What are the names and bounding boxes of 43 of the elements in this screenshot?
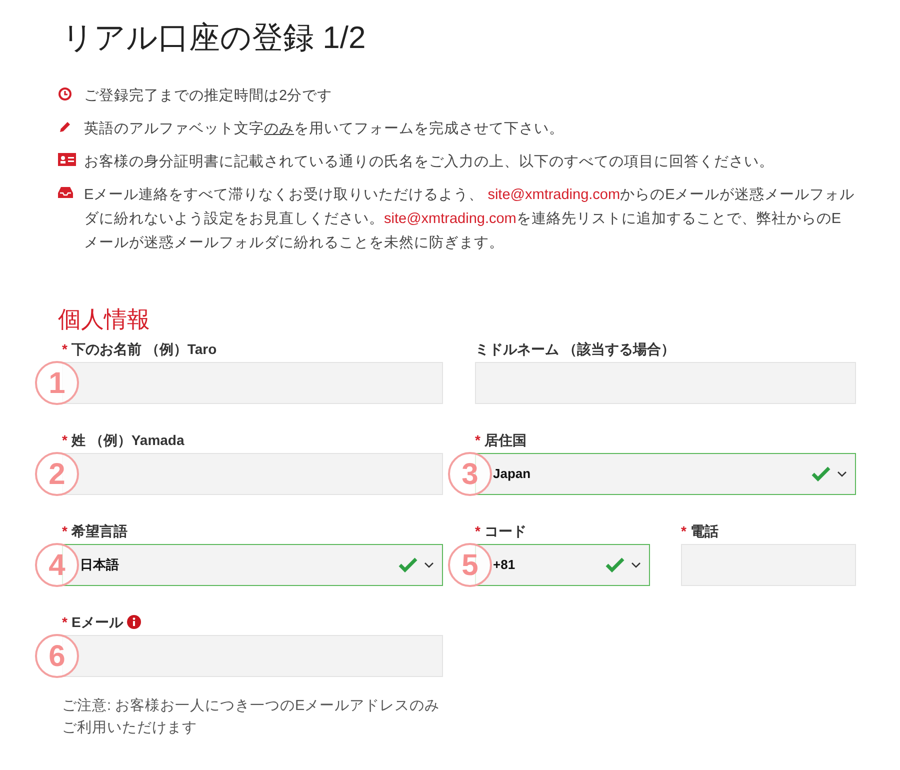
required-asterisk: * <box>475 430 480 450</box>
section-heading: 個人情報 <box>58 305 151 333</box>
field-label: 電話 <box>690 522 718 540</box>
number-marker: 2 <box>35 452 79 496</box>
field-label: ミドルネーム （該当する場合） <box>475 340 675 359</box>
email-link[interactable]: site@xmtrading.com <box>384 211 516 227</box>
field-label: 居住国 <box>484 430 526 450</box>
page-title: リアル口座の登録 1/2 <box>62 19 367 57</box>
number-marker: 1 <box>35 361 79 405</box>
info-icon[interactable] <box>126 615 141 629</box>
number-marker: 5 <box>448 543 492 587</box>
text-field[interactable] <box>475 362 856 404</box>
number-marker: 3 <box>448 452 492 496</box>
pencil-icon <box>58 120 72 134</box>
field-label: コード <box>484 522 526 540</box>
required-asterisk: * <box>681 522 686 540</box>
number-marker: 6 <box>35 634 79 678</box>
email-link[interactable]: site@xmtrading.com <box>488 187 620 203</box>
field-label: 姓 （例）Yamada <box>71 430 184 450</box>
field-note: ご注意: お客様お一人につき一つのEメールアドレスのみご利用いただけます <box>62 696 441 738</box>
required-asterisk: * <box>475 522 480 540</box>
notice-text: お客様の身分証明書に記載されている通りの氏名をご入力の上、以下のすべての項目に回答ください。 <box>84 152 774 172</box>
text-field[interactable] <box>681 544 856 586</box>
caret-icon <box>424 562 434 568</box>
id-card-icon <box>58 153 76 166</box>
required-asterisk: * <box>62 340 68 358</box>
caret-icon <box>837 471 847 477</box>
check-icon <box>398 557 418 573</box>
required-asterisk: * <box>62 612 68 632</box>
notice-text: Eメール連絡をすべて滞りなくお受け取りいただけるよう、 site@xmtrading.comからのEメールが迷惑メールフォルダに紛れないよう設定をお見直しください。site@xmtrading.comを連絡先リストに追加することで、弊社からのEメールが迷惑メールフォルダに紛れることを未然に防ぎます。 <box>84 186 856 253</box>
inbox-icon <box>58 186 73 199</box>
required-asterisk: * <box>62 522 68 540</box>
field-label: 希望言語 <box>71 522 128 540</box>
notice-text: ご登録完了までの推定時間は2分です <box>84 86 332 106</box>
caret-icon <box>631 562 641 568</box>
check-icon <box>811 466 831 482</box>
clock-icon <box>58 87 72 101</box>
number-marker: 4 <box>35 543 79 587</box>
field-label: Eメール <box>71 612 123 632</box>
required-asterisk: * <box>62 430 68 450</box>
check-icon <box>605 557 625 573</box>
notice-text: 英語のアルファベット文字のみを用いてフォームを完成させて下さい。 <box>84 120 564 139</box>
field-label: 下のお名前 （例）Taro <box>71 340 217 359</box>
